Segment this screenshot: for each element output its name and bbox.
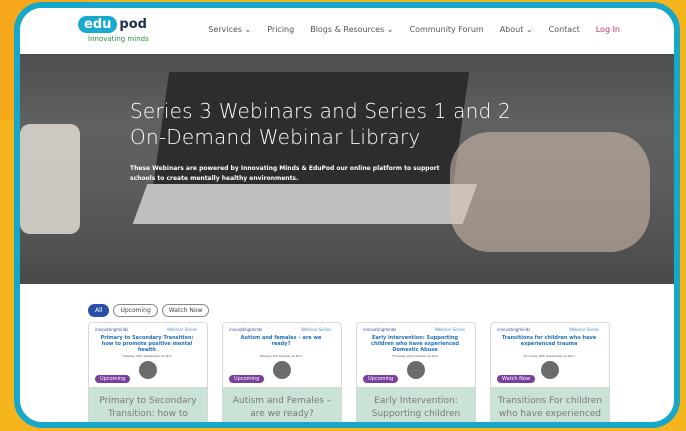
status-badge[interactable]: Upcoming — [363, 375, 399, 383]
laptop-base-image — [132, 184, 478, 224]
nav-blogs-resources[interactable]: Blogs & Resources ⌄ — [310, 25, 393, 34]
nav-login[interactable]: Log In — [596, 25, 620, 34]
card-caption-text: Early Intervention: Supporting children … — [371, 396, 461, 428]
site-logo[interactable]: edu pod Innovating minds — [78, 14, 149, 43]
card-title: Autism and females – are we ready? — [240, 335, 322, 347]
nav-menu: Services ⌄ Pricing Blogs & Resources ⌄ C… — [208, 25, 620, 34]
status-badge[interactable]: Upcoming — [229, 375, 265, 383]
filter-all[interactable]: All — [88, 304, 110, 317]
card-date: Thursday 21st October at 4pm — [391, 354, 439, 358]
webinar-cards: innovatingminds Webinar Series Primary t… — [88, 322, 610, 428]
hero-title-line1: Series 3 Webinars and Series 1 and 2 — [130, 99, 511, 123]
speaker-avatar — [139, 361, 157, 379]
card-logo: innovatingminds — [95, 327, 129, 332]
card-caption[interactable]: Primary to Secondary Transition: how to — [89, 387, 207, 422]
coffee-cup-image — [20, 124, 80, 234]
nav-pricing[interactable]: Pricing — [267, 25, 294, 34]
nav-community-forum[interactable]: Community Forum — [409, 25, 483, 34]
card-caption-text: Primary to Secondary Transition: how to — [99, 396, 197, 419]
nav-about[interactable]: About ⌄ — [500, 25, 533, 34]
card-caption[interactable]: Early Intervention: Supporting children … — [357, 387, 475, 428]
card-caption-text: Autism and Females – are we ready? — [232, 396, 332, 419]
top-navigation: edu pod Innovating minds Services ⌄ Pric… — [20, 8, 674, 54]
filter-upcoming[interactable]: Upcoming — [113, 304, 158, 317]
browser-frame: edu pod Innovating minds Services ⌄ Pric… — [14, 2, 680, 428]
card-date: Tuesday 5th October at 4pm — [259, 354, 303, 358]
filter-watch-now[interactable]: Watch Now — [161, 304, 210, 317]
status-badge[interactable]: Watch Now — [497, 375, 536, 383]
card-caption[interactable]: Autism and Females – are we ready? — [223, 387, 341, 422]
card-header: innovatingminds Webinar Series Autism an… — [223, 323, 341, 383]
webinar-card[interactable]: innovatingminds Webinar Series Transitio… — [490, 322, 610, 422]
card-series: Webinar Series — [434, 327, 465, 332]
card-header: innovatingminds Webinar Series Transitio… — [491, 323, 609, 383]
card-logo: innovatingminds — [363, 327, 397, 332]
logo-tagline: Innovating minds — [88, 35, 149, 43]
card-date: Thursday 16th September at 4pm — [523, 354, 575, 358]
card-header: innovatingminds Webinar Series Primary t… — [89, 323, 207, 383]
webinar-card[interactable]: innovatingminds Webinar Series Autism an… — [222, 322, 342, 422]
card-series: Webinar Series — [568, 327, 599, 332]
speaker-avatar — [407, 361, 425, 379]
status-badge[interactable]: Upcoming — [95, 375, 131, 383]
hands-image — [450, 132, 650, 252]
webinar-card[interactable]: innovatingminds Webinar Series Primary t… — [88, 322, 208, 422]
card-date: Tuesday 14th September at 4pm — [122, 354, 172, 358]
filter-chips: All Upcoming Watch Now — [88, 304, 210, 317]
card-logo: innovatingminds — [229, 327, 263, 332]
card-title: Early intervention: Supporting children … — [370, 335, 460, 353]
logo-edu: edu — [78, 15, 118, 33]
card-title: Transitions for children who have experi… — [501, 335, 597, 347]
card-title: Primary to Secondary Transition: how to … — [100, 335, 194, 353]
hero-banner: Series 3 Webinars and Series 1 and 2 On-… — [20, 54, 674, 284]
card-caption-text: Transitions For children who have experi… — [497, 396, 603, 419]
speaker-avatar — [541, 361, 559, 379]
nav-contact[interactable]: Contact — [549, 25, 580, 34]
nav-services[interactable]: Services ⌄ — [208, 25, 251, 34]
card-caption[interactable]: Transitions For children who have experi… — [491, 387, 609, 422]
hero-title: Series 3 Webinars and Series 1 and 2 On-… — [130, 98, 511, 150]
card-series: Webinar Series — [166, 327, 197, 332]
hero-title-line2: On-Demand Webinar Library — [130, 125, 421, 149]
card-series: Webinar Series — [300, 327, 331, 332]
logo-pod: pod — [119, 16, 147, 32]
speaker-avatar — [273, 361, 291, 379]
card-logo: innovatingminds — [497, 327, 531, 332]
webinar-card[interactable]: innovatingminds Webinar Series Early int… — [356, 322, 476, 428]
hero-subtitle: These Webinars are powered by Innovating… — [130, 165, 440, 182]
card-header: innovatingminds Webinar Series Early int… — [357, 323, 475, 383]
